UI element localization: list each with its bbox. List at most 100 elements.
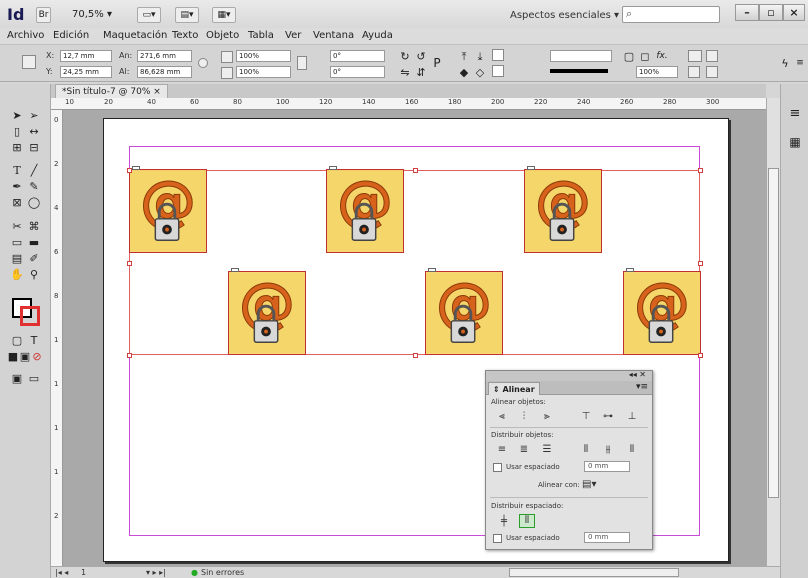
align-to-dropdown-icon[interactable]: ▤▾	[582, 479, 596, 490]
align-right-edges-icon[interactable]: ⫸	[541, 411, 553, 422]
text-wrap-2-icon[interactable]	[706, 50, 718, 62]
free-transform-tool-icon[interactable]: ⌘	[27, 220, 41, 233]
image-frame[interactable]: @	[228, 271, 306, 355]
frame-handle[interactable]	[626, 268, 634, 272]
image-frame[interactable]: @	[326, 169, 404, 253]
group-selection[interactable]	[129, 170, 700, 355]
distribute-v-space-icon[interactable]: ╪	[498, 516, 510, 527]
constrain-proportions-icon[interactable]	[198, 58, 208, 68]
document-tab[interactable]: *Sin título-7 @ 70% ×	[55, 84, 168, 98]
distribute-left-icon[interactable]: ⫴	[580, 444, 592, 455]
control-panel-menu-icon[interactable]: ≡	[793, 57, 807, 70]
zoom-level[interactable]: 70,5% ▾	[72, 9, 112, 20]
workspace-switcher[interactable]: Aspectos esenciales ▾	[510, 10, 619, 21]
selection-handle[interactable]	[698, 260, 703, 266]
content-collector-icon[interactable]: ⊞	[10, 141, 24, 154]
stroke-color-icon[interactable]	[20, 306, 40, 326]
page-number[interactable]: 1	[81, 568, 86, 577]
distribute-v-centers-icon[interactable]: ≣	[518, 444, 530, 455]
selection-handle[interactable]	[698, 168, 703, 173]
horizontal-scrollbar[interactable]	[509, 568, 679, 577]
distribute-bottom-icon[interactable]: ☰	[541, 444, 553, 455]
pasteboard[interactable]: @ @ @ @ @ @	[63, 110, 766, 566]
scale-y-field[interactable]: 100%	[236, 66, 291, 78]
opacity-field[interactable]: 100%	[636, 66, 678, 78]
menu-archivo[interactable]: Archivo	[7, 30, 44, 41]
effects-icon[interactable]: fx.	[655, 50, 669, 63]
rectangle-frame-tool-icon[interactable]: ⊠	[10, 196, 24, 209]
distribute-h-space-icon[interactable]: ⫴	[519, 514, 535, 528]
align-tab[interactable]: ⇕ Alinear	[488, 382, 540, 395]
select-prev-icon[interactable]: ◆	[457, 66, 471, 79]
menu-ver[interactable]: Ver	[285, 30, 301, 41]
flip-v-icon[interactable]: ⇵	[414, 66, 428, 79]
scissors-tool-icon[interactable]: ✂	[10, 220, 24, 233]
eyedropper-tool-icon[interactable]: ✐	[27, 252, 41, 265]
panel-header[interactable]: ◂◂ ✕	[486, 370, 652, 381]
y-field[interactable]: 24,25 mm	[60, 66, 112, 78]
frame-handle[interactable]	[231, 268, 239, 272]
menu-ventana[interactable]: Ventana	[313, 30, 354, 41]
distribute-right-icon[interactable]: ⫴	[626, 444, 638, 455]
reference-point-icon[interactable]	[22, 55, 36, 69]
vertical-ruler[interactable]: 0 2 4 6 8 1 1 1 1 2	[51, 110, 63, 566]
frame-handle[interactable]	[329, 166, 337, 170]
image-frame[interactable]: @	[623, 271, 701, 355]
minimize-button[interactable]: –	[735, 4, 759, 21]
scroll-thumb[interactable]	[768, 168, 779, 498]
pencil-tool-icon[interactable]: ✎	[27, 180, 41, 193]
lightning-icon[interactable]: ϟ	[778, 57, 792, 70]
hand-tool-icon[interactable]: ✋	[10, 268, 24, 281]
selection-handle[interactable]	[698, 353, 703, 358]
selection-handle[interactable]	[412, 168, 418, 173]
panel-collapse-icon[interactable]: ◂◂ ✕	[629, 370, 646, 379]
ellipse-tool-icon[interactable]: ◯	[27, 196, 41, 209]
shear-field[interactable]: 0°	[330, 66, 385, 78]
first-page-icon[interactable]: |◂ ◂	[55, 568, 68, 577]
preflight-status[interactable]: Sin errores	[201, 568, 244, 577]
selection-handle[interactable]	[127, 353, 132, 358]
panel-menu-icon[interactable]: ≡	[788, 107, 802, 120]
bridge-button[interactable]: Br	[36, 7, 51, 23]
selection-handle[interactable]	[412, 353, 418, 358]
gap-tool-icon[interactable]: ↔	[27, 125, 41, 138]
image-frame[interactable]: @	[524, 169, 602, 253]
select-content-icon[interactable]: ⤓	[473, 50, 487, 63]
type-tool-icon[interactable]: T	[10, 164, 24, 177]
select-next-icon[interactable]: ◇	[473, 66, 487, 79]
align-v-centers-icon[interactable]: ⊶	[602, 411, 614, 422]
align-h-centers-icon[interactable]: ⫶	[518, 411, 530, 422]
image-frame[interactable]: @	[129, 169, 207, 253]
pen-tool-icon[interactable]: ✒	[10, 180, 24, 193]
scale-x-field[interactable]: 100%	[236, 50, 291, 62]
menu-tabla[interactable]: Tabla	[248, 30, 274, 41]
horizontal-ruler[interactable]: 10 20 40 60 80 100 120 140 160 180 200 220 240 260 280…	[51, 98, 766, 110]
frame-handle[interactable]	[428, 268, 436, 272]
close-window-button[interactable]: ×	[783, 4, 805, 21]
use-spacing-checkbox-2[interactable]	[493, 534, 502, 543]
vertical-scrollbar[interactable]	[766, 98, 780, 566]
wrap-3-icon[interactable]	[688, 66, 700, 78]
menu-edicion[interactable]: Edición	[53, 30, 89, 41]
rotate-cw-icon[interactable]: ↻	[398, 50, 412, 63]
normal-mode-icon[interactable]: ▣	[10, 372, 24, 385]
direct-selection-tool-icon[interactable]: ➢	[27, 109, 41, 122]
image-frame[interactable]: @	[425, 271, 503, 355]
apply-none-icon[interactable]: ⊘	[30, 350, 44, 363]
spacing-field-2[interactable]: 0 mm	[584, 532, 630, 543]
menu-maquetacion[interactable]: Maquetación	[103, 30, 167, 41]
align-top-edges-icon[interactable]: ⊤	[580, 411, 592, 422]
note-tool-icon[interactable]: ▤	[10, 252, 24, 265]
rotation-field[interactable]: 0°	[330, 50, 385, 62]
distribute-h-centers-icon[interactable]: ⫵	[602, 444, 614, 455]
maximize-button[interactable]: ▫	[759, 4, 783, 21]
menu-texto[interactable]: Texto	[172, 30, 198, 41]
pages-panel-icon[interactable]: ▦	[788, 136, 802, 149]
wrap-4-icon[interactable]	[706, 66, 718, 78]
use-spacing-checkbox[interactable]	[493, 463, 502, 472]
stroke-type-preview[interactable]	[550, 69, 608, 73]
view-options-button[interactable]: ▭▾	[137, 7, 161, 23]
width-field[interactable]: 271,6 mm	[137, 50, 192, 62]
formatting-text-icon[interactable]: T	[27, 334, 41, 347]
stroke-swatch-icon[interactable]	[492, 65, 504, 77]
